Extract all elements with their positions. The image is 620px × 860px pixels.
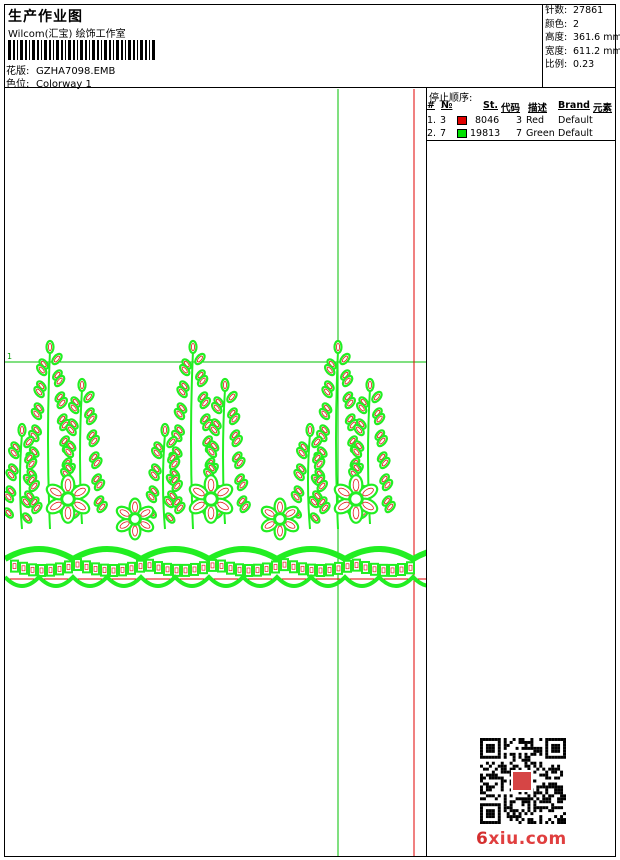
stop-table-header: # № St. 代码 描述 Brand 元素	[427, 100, 615, 114]
table-divider	[427, 140, 615, 141]
info-stitches: 针数: 27861	[545, 5, 604, 16]
site-watermark: 6xiu.com	[476, 829, 567, 849]
info-colors: 颜色: 2	[545, 18, 580, 30]
color-swatch-red	[457, 116, 467, 125]
col-code: 代码	[501, 103, 521, 114]
lace-pattern	[5, 339, 426, 588]
col-index: #	[427, 100, 435, 111]
sheet-title: 生产作业图	[8, 9, 83, 25]
info-height: 高度: 361.6 mm	[545, 32, 620, 43]
info-ratio: 比例: 0.23	[545, 59, 595, 70]
col-number: №	[441, 100, 453, 111]
col-desc: 描述	[528, 103, 548, 114]
design-info-box: 针数: 27861 颜色: 2 高度: 361.6 mm 宽度: 611.2 mm 比例…	[542, 4, 620, 88]
barcode	[8, 40, 155, 60]
company-name: Wilcom(汇宝) 绘饰工作室	[8, 29, 126, 40]
colorway-line: 色位: Colorway 1	[6, 75, 92, 90]
info-width: 宽度: 611.2 mm	[545, 45, 620, 57]
col-stitches: St.	[483, 100, 498, 111]
guide-marker-label: 1	[7, 352, 12, 361]
col-brand: Brand	[558, 100, 590, 111]
color-swatch-green	[457, 129, 467, 138]
embroidery-preview: 1	[5, 89, 426, 856]
seal-stamp	[511, 770, 533, 792]
colorway-label: 色位:	[6, 79, 30, 90]
col-element: 元素	[593, 103, 613, 114]
table-row: 1. 3 8046 3 Red Default	[427, 115, 593, 126]
sheet-header: 生产作业图 Wilcom(汇宝) 绘饰工作室 花版: GZHA7098.EMB 色…	[4, 4, 620, 90]
